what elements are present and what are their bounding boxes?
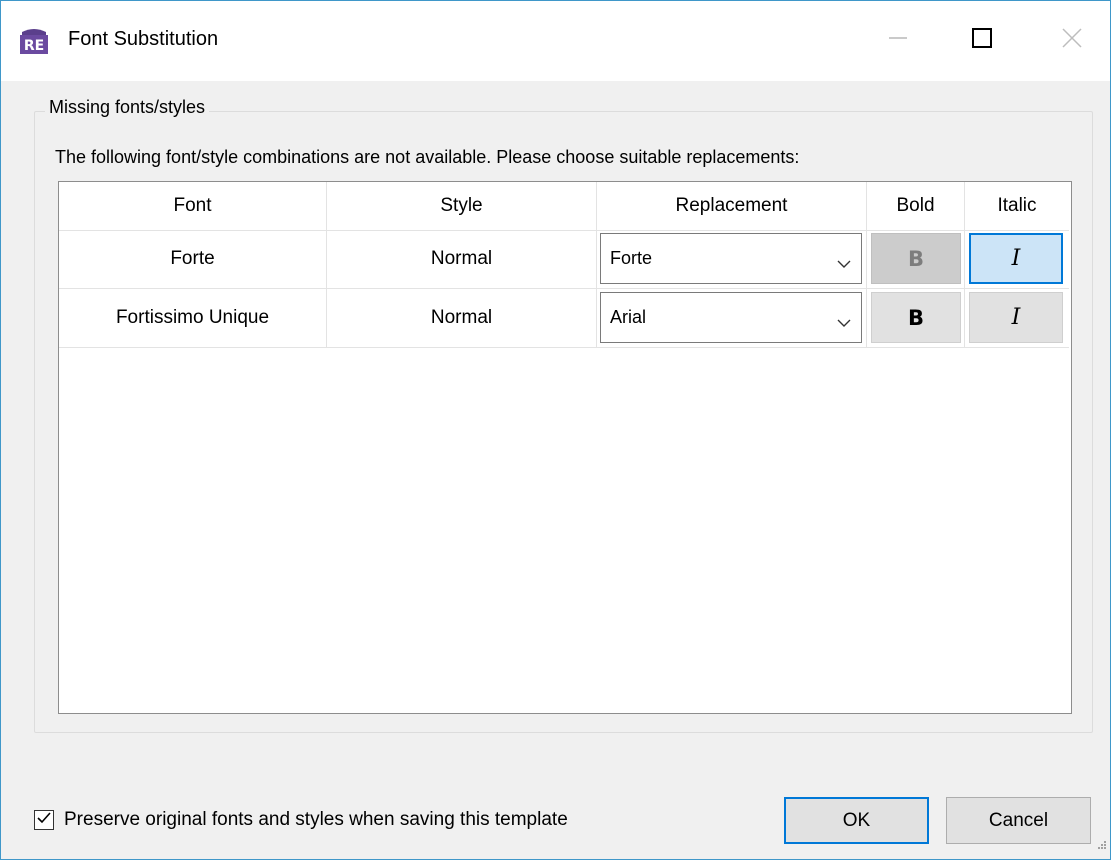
ok-button[interactable]: OK: [784, 797, 929, 844]
column-header-replacement[interactable]: Replacement: [597, 182, 867, 230]
resize-grip-icon[interactable]: [1097, 834, 1107, 856]
column-header-font[interactable]: Font: [59, 182, 327, 230]
maximize-button[interactable]: [947, 1, 1017, 81]
replacement-value: Arial: [610, 307, 647, 327]
style-cell: Normal: [327, 289, 597, 347]
cancel-button[interactable]: Cancel: [946, 797, 1091, 844]
replacement-value: Forte: [610, 248, 653, 268]
title-bar: RE Font Substitution: [1, 1, 1110, 81]
window-title: Font Substitution: [68, 28, 219, 50]
checkmark-icon: [36, 809, 52, 831]
chevron-down-icon: [837, 253, 851, 275]
bold-cell: B: [867, 230, 965, 288]
replacement-cell: Arial: [597, 289, 867, 347]
bold-toggle-button[interactable]: B: [871, 292, 961, 343]
minimize-button[interactable]: [863, 1, 933, 81]
font-substitution-dialog: RE Font Substitution Missing fonts/style…: [0, 0, 1111, 860]
table-row[interactable]: Fortissimo Unique Normal Arial B I: [59, 289, 1069, 348]
bold-toggle-button[interactable]: B: [871, 233, 961, 284]
group-label: Missing fonts/styles: [45, 97, 210, 118]
re-app-icon: RE: [19, 27, 49, 55]
close-icon: [1061, 27, 1083, 55]
svg-text:RE: RE: [24, 38, 44, 54]
minimize-icon: [888, 28, 908, 54]
preserve-fonts-checkbox[interactable]: [34, 810, 54, 830]
table-row[interactable]: Forte Normal Forte B I: [59, 230, 1069, 289]
italic-toggle-button[interactable]: I: [969, 233, 1063, 284]
replacement-dropdown[interactable]: Arial: [600, 292, 862, 343]
replacement-dropdown[interactable]: Forte: [600, 233, 862, 284]
italic-cell: I: [965, 289, 1069, 347]
close-button[interactable]: [1037, 1, 1107, 81]
bold-cell: B: [867, 289, 965, 347]
chevron-down-icon: [837, 312, 851, 334]
font-cell: Forte: [59, 230, 327, 288]
italic-cell: I: [965, 230, 1069, 288]
preserve-fonts-label: Preserve original fonts and styles when …: [64, 809, 568, 830]
column-header-bold[interactable]: Bold: [867, 182, 965, 230]
replacement-cell: Forte: [597, 230, 867, 288]
font-substitution-table: Font Style Replacement Bold Italic Forte…: [58, 181, 1072, 714]
font-cell: Fortissimo Unique: [59, 289, 327, 347]
style-cell: Normal: [327, 230, 597, 288]
column-header-style[interactable]: Style: [327, 182, 597, 230]
preserve-fonts-option[interactable]: Preserve original fonts and styles when …: [34, 809, 568, 831]
instructions-text: The following font/style combinations ar…: [55, 147, 800, 167]
maximize-icon: [971, 27, 993, 55]
italic-toggle-button[interactable]: I: [969, 292, 1063, 343]
column-header-italic[interactable]: Italic: [965, 182, 1069, 230]
table-header: Font Style Replacement Bold Italic: [59, 182, 1069, 231]
